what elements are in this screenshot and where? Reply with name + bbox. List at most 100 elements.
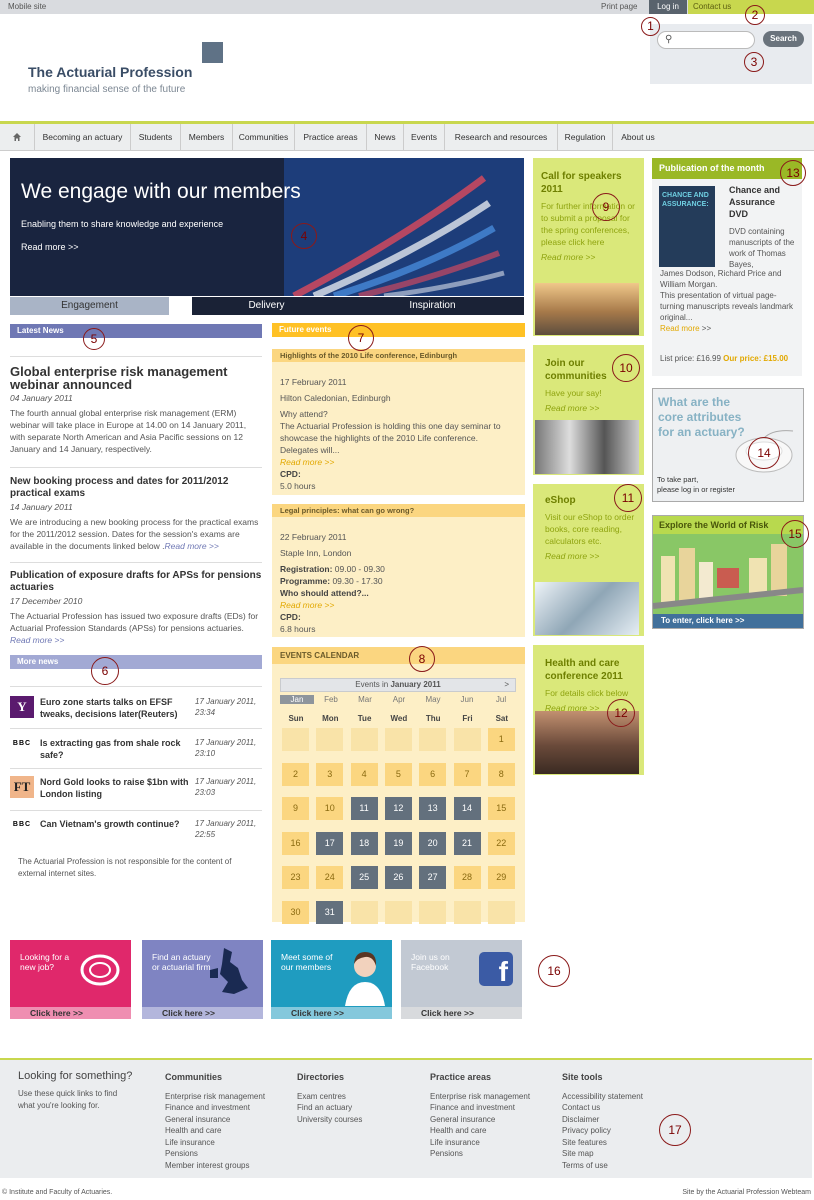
calendar-day[interactable]: 13 [419, 797, 447, 820]
tab-inspiration[interactable]: Inspiration [341, 297, 524, 315]
calendar-day[interactable]: 12 [384, 797, 412, 820]
calendar-day[interactable]: 9 [282, 797, 309, 820]
calendar-day[interactable]: 18 [350, 831, 378, 855]
more-news-title[interactable]: Nord Gold looks to raise $1bn with Londo… [40, 776, 190, 800]
footer-link[interactable]: Enterprise risk management [165, 1091, 265, 1103]
news-title[interactable]: Publication of exposure drafts for APSs … [10, 570, 262, 594]
footer-link[interactable]: Member interest groups [165, 1160, 265, 1172]
more-news-title[interactable]: Euro zone starts talks on EFSF tweaks, d… [40, 696, 190, 720]
nav-about-us[interactable]: About us [613, 124, 663, 151]
home-icon[interactable] [0, 124, 35, 151]
world-of-risk-enter[interactable]: To enter, click here >> [653, 614, 803, 628]
month-tab-mar[interactable]: Mar [348, 695, 382, 704]
footer-link[interactable]: Life insurance [430, 1137, 530, 1149]
calendar-day[interactable]: 21 [453, 831, 481, 855]
event-read-more[interactable]: Read more >> [280, 456, 517, 468]
meet-members-promo[interactable]: Meet some of our members Click here >> [271, 940, 392, 1019]
footer-link[interactable]: Exam centres [297, 1091, 362, 1103]
nav-communities[interactable]: Communities [233, 124, 295, 151]
nav-members[interactable]: Members [181, 124, 233, 151]
calendar-day[interactable]: 5 [384, 762, 412, 786]
event-title[interactable]: Highlights of the 2010 Life conference, … [272, 349, 525, 362]
call-for-speakers-box[interactable]: Call for speakers 2011 For further infor… [533, 158, 644, 336]
nav-news[interactable]: News [367, 124, 404, 151]
footer-link[interactable]: University courses [297, 1114, 362, 1126]
facebook-promo[interactable]: Join us on Facebook f Click here >> [401, 940, 522, 1019]
publication-read-more[interactable]: Read more [660, 324, 700, 333]
event-read-more[interactable]: Read more >> [280, 599, 517, 611]
footer-link[interactable]: General insurance [430, 1114, 530, 1126]
nav-students[interactable]: Students [131, 124, 181, 151]
core-attributes-banner[interactable]: What are the core attributes for an actu… [652, 388, 804, 502]
hero-read-more[interactable]: Read more >> [21, 242, 79, 252]
footer-link[interactable]: General insurance [165, 1114, 265, 1126]
nav-events[interactable]: Events [404, 124, 445, 151]
job-promo[interactable]: Looking for a new job? Click here >> [10, 940, 131, 1019]
promo-footer[interactable]: Click here >> [142, 1007, 263, 1019]
footer-link[interactable]: Health and care [430, 1125, 530, 1137]
box-read-more[interactable]: Read more >> [545, 403, 636, 413]
calendar-day[interactable]: 6 [419, 762, 447, 786]
calendar-day[interactable]: 27 [419, 866, 447, 889]
calendar-day[interactable]: 19 [384, 831, 412, 855]
calendar-day[interactable]: 7 [453, 762, 481, 786]
nav-becoming-an-actuary[interactable]: Becoming an actuary [35, 124, 131, 151]
news-title[interactable]: New booking process and dates for 2011/2… [10, 476, 262, 500]
site-credit[interactable]: Site by the Actuarial Profession Webteam [682, 1189, 811, 1196]
calendar-day[interactable]: 14 [453, 797, 481, 820]
search-button[interactable]: Search [763, 31, 804, 47]
event-title[interactable]: Legal principles: what can go wrong? [272, 504, 525, 517]
footer-link[interactable]: Pensions [430, 1148, 530, 1160]
promo-footer[interactable]: Click here >> [401, 1007, 522, 1019]
month-tab-apr[interactable]: Apr [382, 695, 416, 704]
box-read-more[interactable]: Read more >> [541, 252, 636, 262]
calendar-day[interactable]: 26 [384, 866, 412, 889]
calendar-day[interactable]: 4 [350, 762, 378, 786]
next-month-icon[interactable]: > [504, 679, 509, 691]
box-read-more[interactable]: Read more >> [545, 551, 636, 561]
month-tab-jul[interactable]: Jul [484, 695, 518, 704]
footer-link[interactable]: Site map [562, 1148, 643, 1160]
login-button[interactable]: Log in [649, 0, 687, 14]
calendar-day[interactable]: 17 [316, 831, 344, 855]
footer-link[interactable]: Accessibility statement [562, 1091, 643, 1103]
promo-footer[interactable]: Click here >> [271, 1007, 392, 1019]
footer-link[interactable]: Life insurance [165, 1137, 265, 1149]
footer-link[interactable]: Site features [562, 1137, 643, 1149]
nav-research-and-resources[interactable]: Research and resources [445, 124, 558, 151]
news-read-more[interactable]: Read more >> [165, 541, 219, 551]
search-input[interactable]: ⚲ [657, 31, 755, 49]
month-tab-may[interactable]: May [416, 695, 450, 704]
month-tab-feb[interactable]: Feb [314, 695, 348, 704]
more-news-title[interactable]: Can Vietnam's growth continue? [40, 818, 190, 830]
calendar-day[interactable]: 29 [487, 866, 515, 889]
hero-banner[interactable]: We engage with our members Enabling them… [10, 158, 524, 296]
calendar-day[interactable]: 8 [487, 762, 515, 786]
footer-link[interactable]: Finance and investment [430, 1102, 530, 1114]
footer-link[interactable]: Finance and investment [165, 1102, 265, 1114]
mobile-site-link[interactable]: Mobile site [8, 2, 46, 11]
calendar-day[interactable]: 23 [282, 866, 309, 889]
calendar-day[interactable]: 2 [282, 762, 309, 786]
more-news-title[interactable]: Is extracting gas from shale rock safe? [40, 737, 190, 761]
calendar-day[interactable]: 1 [487, 728, 515, 751]
core-login-link[interactable]: please log in or register [657, 485, 735, 495]
publication-title[interactable]: Chance and Assurance DVD [729, 184, 794, 220]
calendar-day[interactable]: 30 [282, 900, 309, 924]
footer-link[interactable]: Privacy policy [562, 1125, 643, 1137]
print-page-link[interactable]: Print page [601, 2, 637, 11]
nav-regulation[interactable]: Regulation [558, 124, 613, 151]
calendar-day[interactable]: 3 [316, 762, 344, 786]
tab-engagement[interactable]: Engagement [10, 297, 169, 315]
footer-link[interactable]: Pensions [165, 1148, 265, 1160]
footer-link[interactable]: Disclaimer [562, 1114, 643, 1126]
footer-link[interactable]: Terms of use [562, 1160, 643, 1172]
calendar-day[interactable]: 16 [282, 831, 309, 855]
calendar-day[interactable]: 20 [419, 831, 447, 855]
promo-footer[interactable]: Click here >> [10, 1007, 131, 1019]
month-tab-jan[interactable]: Jan [280, 695, 314, 704]
tab-delivery[interactable]: Delivery [192, 297, 341, 315]
calendar-day[interactable]: 24 [316, 866, 344, 889]
calendar-day[interactable]: 28 [453, 866, 481, 889]
month-tab-jun[interactable]: Jun [450, 695, 484, 704]
